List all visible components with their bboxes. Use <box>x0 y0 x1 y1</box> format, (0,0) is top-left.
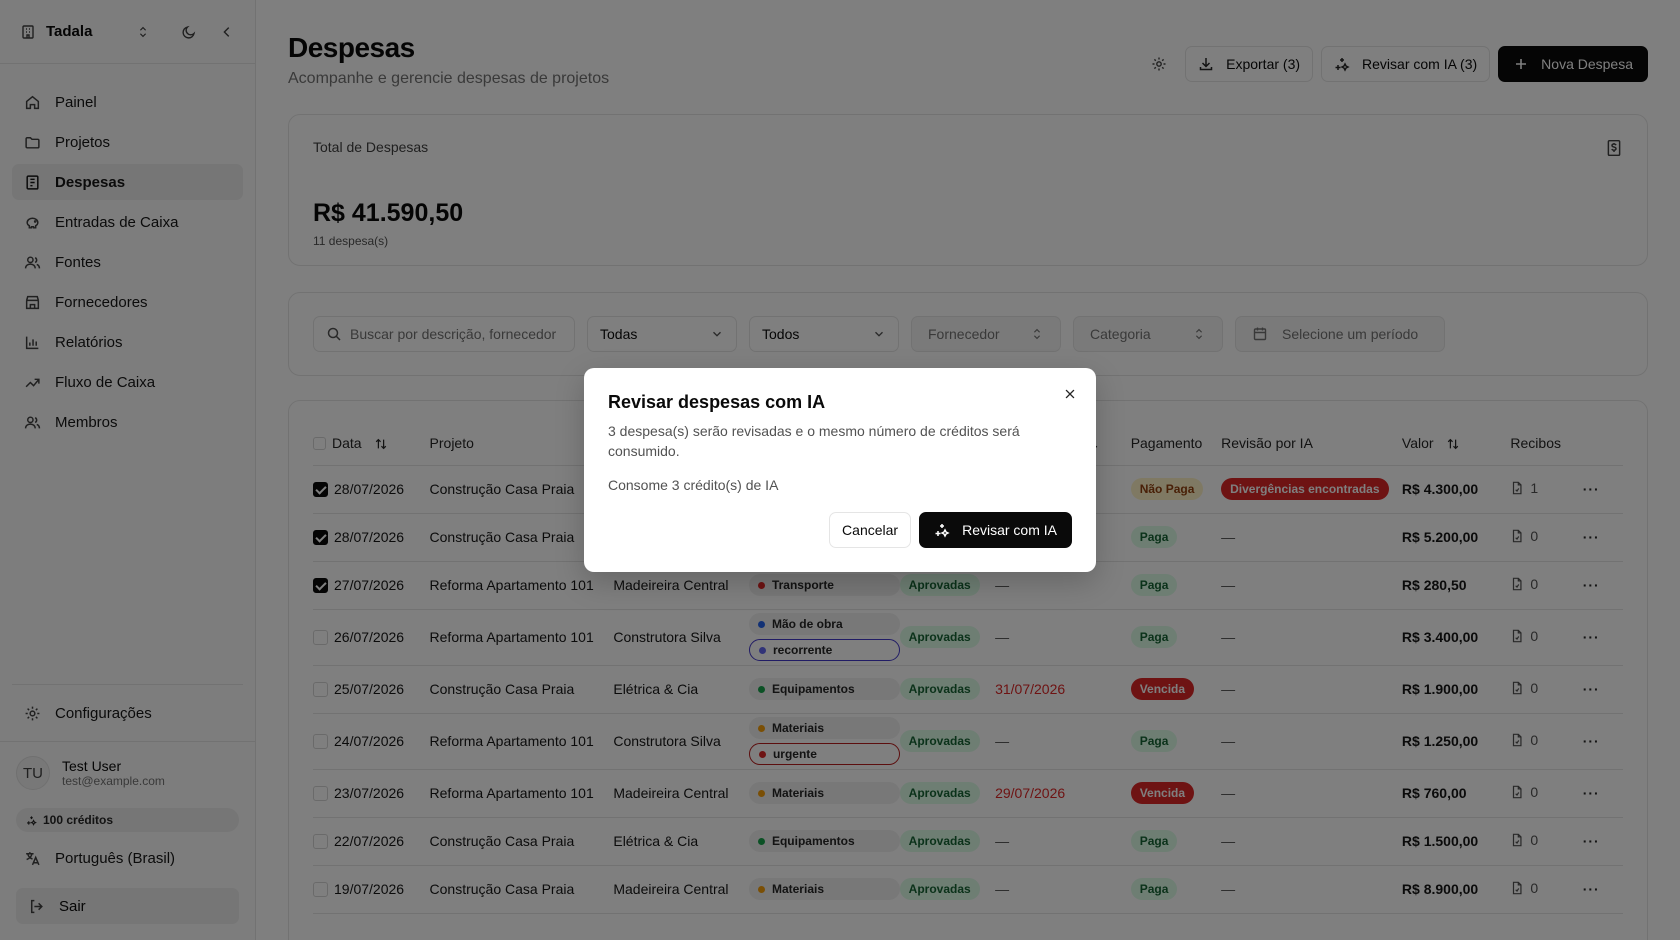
close-button[interactable] <box>1060 384 1080 404</box>
close-icon <box>1065 389 1075 399</box>
dialog-credit-note: Consome 3 crédito(s) de IA <box>608 477 779 493</box>
dialog-title: Revisar despesas com IA <box>608 392 826 412</box>
sparkles-icon <box>935 524 950 538</box>
cancel-button[interactable]: Cancelar <box>829 512 912 548</box>
review-ai-dialog: Revisar despesas com IA 3 despesa(s) ser… <box>584 368 1096 572</box>
dialog-description: 3 despesa(s) serão revisadas e o mesmo n… <box>608 423 1020 459</box>
confirm-review-button[interactable]: Revisar com IA <box>919 512 1072 548</box>
confirm-review-label: Revisar com IA <box>962 522 1057 538</box>
